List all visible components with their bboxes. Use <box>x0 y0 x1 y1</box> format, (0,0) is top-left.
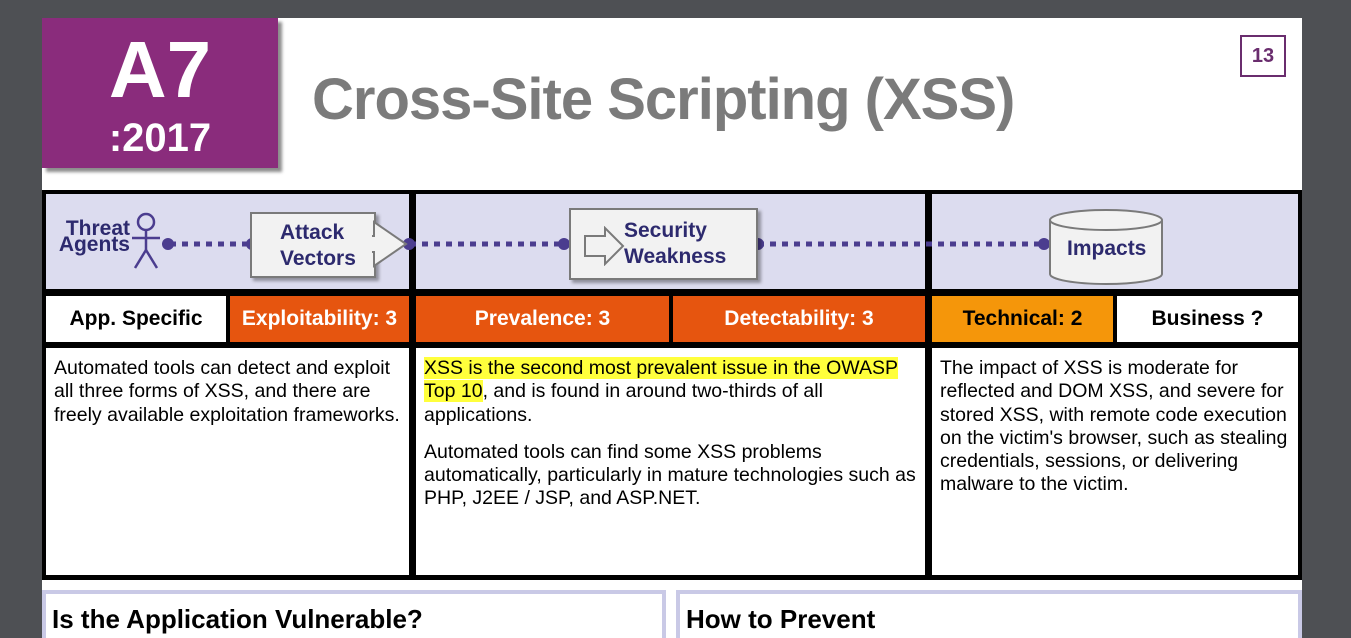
prevent-heading: How to Prevent <box>686 604 876 634</box>
attack-vectors-line1: Attack <box>280 221 345 244</box>
security-weakness-label: Security Weakness <box>624 218 726 269</box>
header-detectability: Detectability: 3 <box>673 296 925 342</box>
person-icon <box>132 212 160 269</box>
impacts-paragraph: The impact of XSS is moderate for reflec… <box>940 357 1288 496</box>
vulnerable-section: Is the Application Vulnerable? <box>42 590 666 638</box>
weakness-text-rest: , and is found in around two-thirds of a… <box>424 380 823 426</box>
header-exploitability: Exploitability: 3 <box>230 296 409 342</box>
risk-year: :2017 <box>108 116 212 160</box>
header-technical: Technical: 2 <box>932 296 1113 342</box>
attack-vectors-label: Attack Vectors <box>280 220 356 271</box>
right-arrow-icon <box>372 220 408 268</box>
vulnerable-heading: Is the Application Vulnerable? <box>52 604 423 634</box>
weakness-paragraph-2: Automated tools can find some XSS proble… <box>424 440 916 510</box>
header-app-specific: App. Specific <box>46 296 226 342</box>
header-prevalence: Prevalence: 3 <box>416 296 669 342</box>
header-business: Business ? <box>1117 296 1298 342</box>
risk-badge: A7 :2017 <box>42 18 278 168</box>
threat-agents-line2: Agents <box>58 233 130 256</box>
risk-code: A7 <box>108 25 212 114</box>
threat-agents-label: Threat Agents <box>54 216 130 257</box>
exploitability-paragraph: Automated tools can detect and exploit a… <box>54 357 400 426</box>
weakness-text: XSS is the second most prevalent issue i… <box>416 348 925 575</box>
security-weakness-line1: Security <box>624 219 707 242</box>
page-title: Cross-Site Scripting (XSS) <box>312 67 1015 132</box>
impacts-text: The impact of XSS is moderate for reflec… <box>932 348 1298 575</box>
arrow-outline-icon <box>584 226 625 266</box>
attack-vectors-line2: Vectors <box>280 247 356 270</box>
exploitability-text: Automated tools can detect and exploit a… <box>46 348 409 575</box>
prevent-section: How to Prevent <box>676 590 1302 638</box>
risk-table: Threat Agents Attack Vectors Security We… <box>42 190 1302 580</box>
impacts-label: Impacts <box>1067 237 1147 260</box>
document-page: A7 :2017 Cross-Site Scripting (XSS) 13 T… <box>42 18 1302 638</box>
page-number: 13 <box>1240 35 1286 77</box>
weakness-paragraph-1: XSS is the second most prevalent issue i… <box>424 357 917 427</box>
security-weakness-line2: Weakness <box>624 245 727 268</box>
